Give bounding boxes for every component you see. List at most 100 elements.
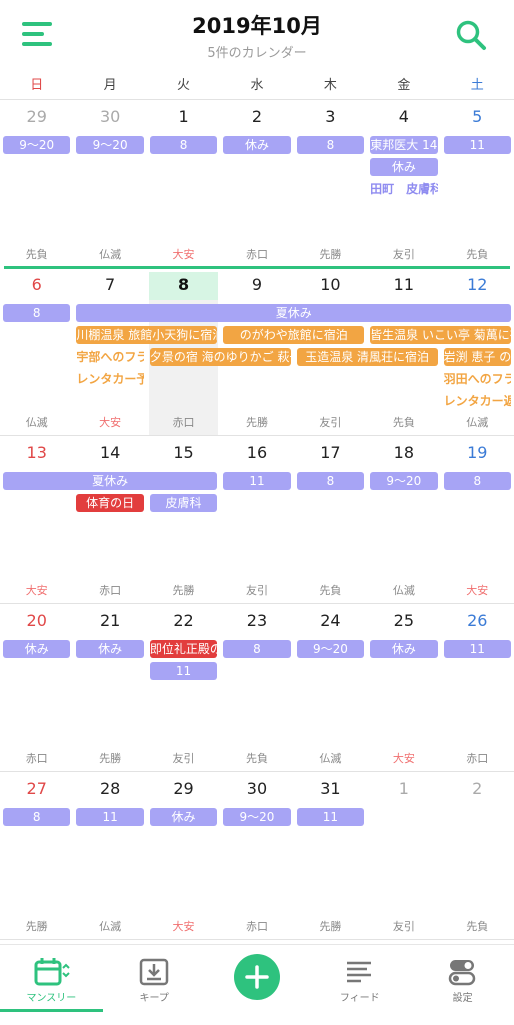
feed-lines-icon — [347, 961, 372, 983]
rokuyo-label: 大安 — [99, 416, 122, 429]
event-text[interactable]: レンタカー返却 — [444, 392, 511, 410]
event-chip[interactable]: 11 — [443, 136, 511, 154]
rokuyo-label: 先負 — [466, 920, 489, 933]
day-number[interactable]: 23 — [220, 611, 293, 630]
month-title[interactable]: 2019年10月 — [0, 10, 514, 40]
event-chip[interactable]: 8 — [296, 136, 365, 154]
day-number[interactable]: 21 — [73, 611, 146, 630]
day-number[interactable]: 24 — [294, 611, 367, 630]
day-number[interactable]: 31 — [294, 779, 367, 798]
tab-feed[interactable]: フィード — [308, 945, 411, 1017]
day-number[interactable]: 1 — [367, 779, 440, 798]
day-number[interactable]: 26 — [441, 611, 514, 630]
event-chip[interactable]: 東邦医大 14 — [370, 136, 438, 154]
day-number[interactable]: 8 — [147, 275, 220, 294]
event-chip[interactable]: 8 — [3, 304, 71, 322]
day-number[interactable]: 18 — [367, 443, 440, 462]
day-number[interactable]: 12 — [441, 275, 514, 294]
event-chip[interactable]: 9〜20 — [370, 472, 438, 490]
toggle-switches-icon — [448, 960, 476, 986]
day-number[interactable]: 4 — [367, 107, 440, 126]
event-chip[interactable]: 玉造温泉 清風荘に宿泊 — [296, 348, 438, 366]
add-event-button[interactable] — [234, 954, 280, 1000]
day-number[interactable]: 29 — [0, 107, 73, 126]
event-chip[interactable]: 休み — [149, 808, 218, 826]
rokuyo-label: 仏滅 — [25, 416, 48, 429]
event-chip[interactable]: 体育の日 — [76, 494, 144, 512]
event-chip[interactable]: 11 — [296, 808, 365, 826]
day-number[interactable]: 14 — [73, 443, 146, 462]
rokuyo-label: 先負 — [466, 248, 489, 261]
event-text[interactable]: 田町 皮膚科 — [370, 180, 437, 198]
day-number[interactable]: 11 — [367, 275, 440, 294]
day-number[interactable]: 25 — [367, 611, 440, 630]
event-chip[interactable]: 11 — [443, 640, 511, 658]
event-chip[interactable]: 9〜20 — [3, 136, 71, 154]
event-chip[interactable]: 11 — [149, 662, 218, 680]
day-number[interactable]: 13 — [0, 443, 73, 462]
tab-monthly[interactable]: マンスリー — [0, 945, 103, 1017]
day-number[interactable]: 29 — [147, 779, 220, 798]
event-chip[interactable]: 休み — [223, 136, 291, 154]
event-text[interactable]: 宇部へのフライト — [76, 348, 143, 366]
event-chip[interactable]: 9〜20 — [76, 136, 144, 154]
rokuyo-label: 先負 — [25, 248, 48, 261]
event-chip[interactable]: 8 — [149, 136, 218, 154]
day-number[interactable]: 15 — [147, 443, 220, 462]
event-chip[interactable]: 8 — [3, 808, 71, 826]
rokuyo-label: 先勝 — [245, 416, 268, 429]
event-chip[interactable]: 11 — [76, 808, 144, 826]
day-number[interactable]: 7 — [73, 275, 146, 294]
event-chip[interactable]: 岩渕 恵子 の誕生日 — [443, 348, 511, 366]
day-number[interactable]: 6 — [0, 275, 73, 294]
event-chip[interactable]: 川棚温泉 旅館小天狗に宿泊 — [76, 326, 218, 344]
event-chip[interactable]: 夏休み — [3, 472, 218, 490]
day-number[interactable]: 9 — [220, 275, 293, 294]
event-chip[interactable]: 即位礼正殿の儀 — [149, 640, 218, 658]
event-chip[interactable]: 休み — [76, 640, 144, 658]
grid-divider — [0, 939, 514, 940]
event-chip[interactable]: 8 — [223, 640, 291, 658]
day-number[interactable]: 2 — [441, 779, 514, 798]
event-chip[interactable]: 9〜20 — [296, 640, 365, 658]
event-chip[interactable]: 夕景の宿 海のゆりかご 萩一輪 — [149, 348, 291, 366]
day-number[interactable]: 19 — [441, 443, 514, 462]
event-chip[interactable]: 8 — [443, 472, 511, 490]
day-number[interactable]: 27 — [0, 779, 73, 798]
event-chip[interactable]: のがわや旅館に宿泊 — [223, 326, 365, 344]
event-chip[interactable]: 皮膚科 — [149, 494, 218, 512]
day-number[interactable]: 1 — [147, 107, 220, 126]
tab-label: フィード — [339, 993, 380, 1004]
rokuyo-label: 先勝 — [319, 248, 342, 261]
event-chip[interactable]: 9〜20 — [223, 808, 291, 826]
event-chip[interactable]: 夏休み — [76, 304, 511, 322]
rokuyo-label: 赤口 — [99, 584, 122, 597]
day-number[interactable]: 5 — [441, 107, 514, 126]
day-number[interactable]: 30 — [220, 779, 293, 798]
rokuyo-label: 大安 — [25, 584, 48, 597]
day-number[interactable]: 3 — [294, 107, 367, 126]
event-text[interactable]: 羽田へのフライト — [444, 370, 511, 388]
day-number[interactable]: 16 — [220, 443, 293, 462]
event-chip[interactable]: 休み — [3, 640, 71, 658]
rokuyo-label: 赤口 — [245, 248, 268, 261]
day-number[interactable]: 17 — [294, 443, 367, 462]
event-chip[interactable]: 皆生温泉 いこい亭 菊萬に宿泊 — [370, 326, 511, 344]
event-chip[interactable]: 8 — [296, 472, 365, 490]
day-number[interactable]: 2 — [220, 107, 293, 126]
rokuyo-label: 大安 — [466, 584, 489, 597]
rokuyo-label: 仏滅 — [99, 920, 122, 933]
day-number[interactable]: 30 — [73, 107, 146, 126]
day-number[interactable]: 10 — [294, 275, 367, 294]
day-number[interactable]: 28 — [73, 779, 146, 798]
tab-keep[interactable]: キープ — [103, 945, 206, 1017]
event-chip[interactable]: 11 — [223, 472, 291, 490]
event-chip[interactable]: 休み — [370, 640, 438, 658]
grid-divider — [0, 771, 514, 772]
tab-settings[interactable]: 設定 — [411, 945, 514, 1017]
event-chip[interactable]: 休み — [370, 158, 438, 176]
day-number[interactable]: 20 — [0, 611, 73, 630]
search-button[interactable] — [454, 18, 488, 52]
day-number[interactable]: 22 — [147, 611, 220, 630]
event-text[interactable]: レンタカー予約 — [76, 370, 143, 388]
